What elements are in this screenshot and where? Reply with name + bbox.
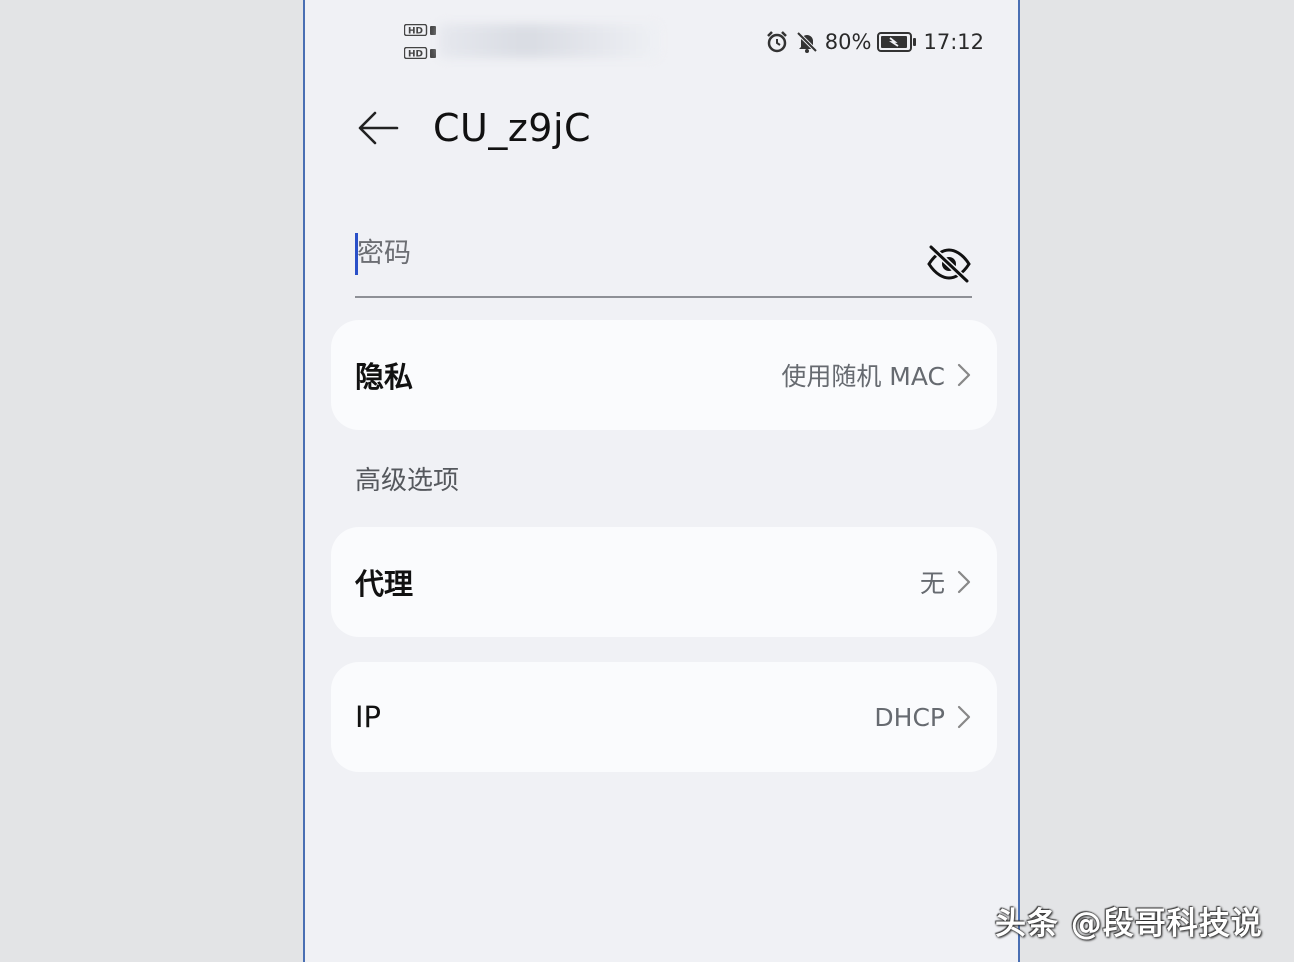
ip-label: IP xyxy=(355,700,382,734)
proxy-row[interactable]: 代理 无 xyxy=(331,527,997,637)
arrow-left-icon xyxy=(358,111,399,145)
eye-slash-icon xyxy=(927,244,971,284)
status-bar: HD HD 80% 17:12 xyxy=(305,0,1018,80)
password-input[interactable] xyxy=(357,228,897,278)
toggle-password-visibility-button[interactable] xyxy=(926,244,972,284)
page-title: CU_z9jC xyxy=(433,106,592,150)
chevron-right-icon xyxy=(957,705,971,729)
phone-screen: HD HD 80% 17:12 CU_z9jC 隐私 使用随机 MAC 高级选项… xyxy=(303,0,1020,962)
chevron-right-icon xyxy=(957,570,971,594)
battery-charging-icon xyxy=(877,31,917,53)
privacy-label: 隐私 xyxy=(355,360,414,394)
proxy-label: 代理 xyxy=(355,567,414,601)
status-icons: 80% 17:12 xyxy=(765,28,984,56)
header: CU_z9jC xyxy=(355,98,591,158)
battery-percent: 80% xyxy=(824,30,872,54)
svg-text:HD: HD xyxy=(408,27,423,37)
watermark: 头条 @段哥科技说 xyxy=(995,906,1263,942)
alarm-icon xyxy=(765,30,789,54)
status-time: 17:12 xyxy=(923,30,984,54)
ip-value: DHCP xyxy=(874,702,945,732)
sim1-hd-icon: HD xyxy=(404,24,438,36)
ip-row[interactable]: IP DHCP xyxy=(331,662,997,772)
password-field xyxy=(355,220,972,298)
proxy-value: 无 xyxy=(919,569,945,598)
bell-muted-icon xyxy=(795,30,819,54)
carrier-blurred xyxy=(439,24,659,58)
sim2-hd-icon: HD xyxy=(404,47,438,59)
privacy-value: 使用随机 MAC xyxy=(781,362,945,391)
chevron-right-icon xyxy=(957,363,971,387)
back-button[interactable] xyxy=(355,105,401,151)
svg-text:HD: HD xyxy=(408,50,423,60)
advanced-options-header: 高级选项 xyxy=(355,466,460,496)
privacy-row[interactable]: 隐私 使用随机 MAC xyxy=(331,320,997,430)
